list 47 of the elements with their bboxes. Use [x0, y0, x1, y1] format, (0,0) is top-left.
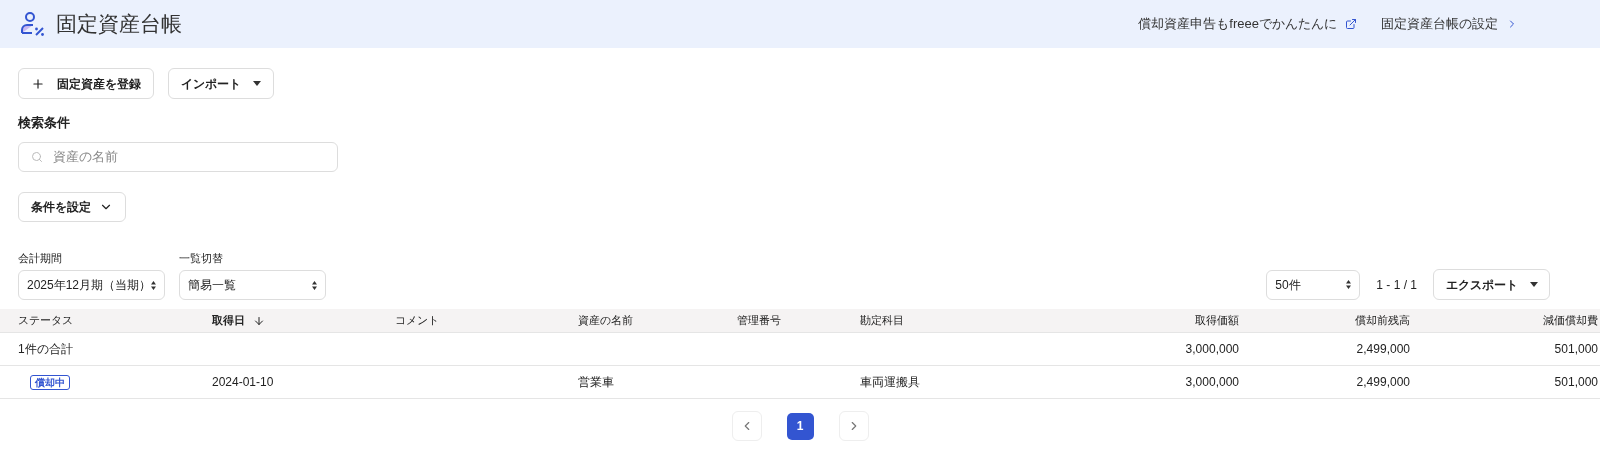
select-label: 一覧切替 [179, 250, 224, 266]
updown-icon [1346, 280, 1352, 289]
import-button[interactable]: インポート [168, 68, 274, 99]
column-header: 資産の名前 [578, 313, 634, 329]
search-icon [31, 150, 43, 163]
previous-page-button[interactable] [731, 411, 762, 441]
table-cell-text: 3,000,000 [1184, 374, 1239, 391]
search-field[interactable]: 資産の名前 [18, 141, 338, 172]
page-button[interactable]: 1 [786, 412, 814, 440]
table-cell-text: 3,000,000 [1184, 341, 1239, 358]
table-cell-text: 501,000 [1553, 374, 1598, 391]
select-field[interactable]: 簡易一覧 [179, 270, 326, 300]
column-header: コメント [395, 313, 440, 329]
caret-icon [1529, 282, 1538, 287]
table-cell-text: 2,499,000 [1355, 374, 1410, 391]
table-cell-text: 2024-01-10 [212, 374, 275, 391]
column-header[interactable]: 取得日 [212, 312, 395, 329]
column-header: 勘定科目 [860, 313, 905, 329]
page-title: 固定資産台帳 [56, 11, 182, 38]
register-button[interactable]: 固定資産を登録 [18, 68, 154, 99]
updown-icon [151, 280, 156, 290]
per-page-select[interactable]: 50件 [1266, 269, 1361, 300]
column-header: 取得価額 [1194, 313, 1239, 329]
table-cell-text: 車両運搬具 [860, 374, 921, 391]
sort-down-icon [253, 314, 265, 327]
column-header: 管理番号 [737, 313, 782, 329]
updown-icon [312, 280, 317, 290]
header-link[interactable]: 償却資産申告もfreeeでかんたんに [1138, 14, 1357, 34]
total-label: 1件の合計 [18, 341, 74, 358]
column-header: ステータス [18, 313, 74, 329]
header-link[interactable]: 固定資産台帳の設定 [1381, 14, 1518, 34]
export-button[interactable]: エクスポート [1433, 269, 1550, 300]
table-cell-text: 501,000 [1553, 341, 1598, 358]
caret-icon [253, 81, 261, 86]
filter-button[interactable]: 条件を設定 [18, 191, 126, 222]
table-cell-text: 2,499,000 [1355, 341, 1410, 358]
range-text: 1 - 1 / 1 [1376, 276, 1417, 294]
plus-icon [31, 76, 45, 91]
external-link-icon [1345, 18, 1357, 30]
status-tag: 償却中 [30, 375, 70, 390]
select-label: 会計期間 [18, 250, 63, 266]
next-page-button[interactable] [838, 411, 869, 441]
search-heading: 検索条件 [18, 114, 71, 132]
column-header: 償却前残高 [1354, 313, 1410, 329]
column-header: 減価償却費 [1542, 313, 1598, 329]
select-field[interactable]: 2025年12月期（当期） [18, 270, 165, 300]
table-cell-text: 営業車 [578, 374, 615, 391]
